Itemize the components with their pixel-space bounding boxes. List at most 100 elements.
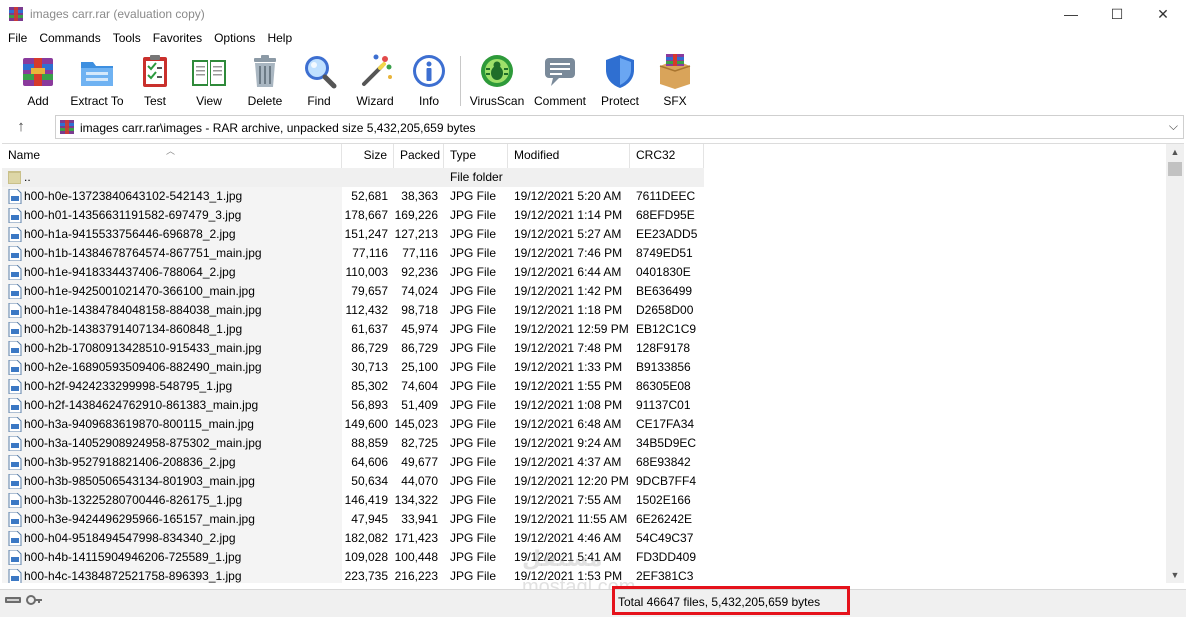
extract-folder-icon [81,62,113,86]
menu-file[interactable]: File [2,28,33,48]
add-label: Add [27,94,49,108]
file-modified: 19/12/2021 1:08 PM [514,398,623,412]
file-packed: 134,322 [394,493,438,507]
file-crc32: D2658D00 [636,303,694,317]
find-button[interactable]: Find [300,52,338,110]
table-row[interactable]: h00-h2e-16890593509406-882490_main.jpg 30… [2,358,1166,377]
view-button[interactable]: View [188,52,230,110]
table-row[interactable]: h00-h2b-14383791407134-860848_1.jpg 61,63… [2,320,1166,339]
menu-options[interactable]: Options [208,28,261,48]
add-button[interactable]: Add [18,52,58,110]
file-modified: 19/12/2021 7:46 PM [514,246,623,260]
file-modified: 19/12/2021 6:44 AM [514,265,622,279]
trash-can-icon [254,55,276,87]
column-packed[interactable]: Packed [394,144,444,168]
virusscan-button[interactable]: VirusScan [470,52,524,110]
sfx-label: SFX [663,94,687,108]
maximize-button[interactable]: ☐ [1094,0,1140,28]
test-clipboard-icon [143,55,167,87]
comment-button[interactable]: Comment [532,52,588,110]
table-row[interactable]: h00-h4c-14384872521758-896393_1.jpg 223,7… [2,567,1166,583]
minimize-button[interactable]: — [1048,0,1094,28]
file-size: 64,606 [351,455,388,469]
sfx-box-icon [659,54,691,89]
file-modified: 19/12/2021 7:55 AM [514,493,622,507]
info-button[interactable]: Info [410,52,448,110]
vertical-scrollbar[interactable]: ▲ ▼ [1166,144,1184,583]
chevron-down-icon[interactable]: ⌵ [1169,119,1178,134]
file-size: 86,729 [351,341,388,355]
file-name: h00-h1a-9415533756446-696878_2.jpg [24,227,236,241]
drive-key-icon [5,595,42,605]
file-size: 112,432 [345,303,389,317]
table-row[interactable]: h00-h1e-9418334437406-788064_2.jpg 110,00… [2,263,1166,282]
table-row[interactable]: h00-h3b-9527918821406-208836_2.jpg 64,606… [2,453,1166,472]
table-row[interactable]: h00-h3a-9409683619870-800115_main.jpg 149… [2,415,1166,434]
menu-tools[interactable]: Tools [107,28,147,48]
column-type[interactable]: Type [444,144,508,168]
scroll-up-icon[interactable]: ▲ [1166,144,1184,161]
scroll-down-icon[interactable]: ▼ [1166,567,1184,583]
table-row[interactable]: h00-h3a-14052908924958-875302_main.jpg 88… [2,434,1166,453]
file-name: h00-h2b-14383791407134-860848_1.jpg [24,322,243,336]
table-row[interactable]: h00-h3b-13225280700446-826175_1.jpg 146,4… [2,491,1166,510]
table-row[interactable]: h00-h2b-17080913428510-915433_main.jpg 86… [2,339,1166,358]
scroll-thumb[interactable] [1168,162,1182,176]
table-row[interactable]: h00-h1e-9425001021470-366100_main.jpg 79,… [2,282,1166,301]
file-modified: 19/12/2021 12:59 PM [514,322,629,336]
file-name: h00-h3b-9850506543134-801903_main.jpg [24,474,255,488]
find-label: Find [307,94,331,108]
table-row[interactable]: h00-h2f-9424233299998-548795_1.jpg 85,302… [2,377,1166,396]
test-label: Test [143,94,166,108]
column-modified[interactable]: Modified [508,144,630,168]
table-row[interactable]: h00-h1e-14384784048158-884038_main.jpg 11… [2,301,1166,320]
column-name[interactable]: Name ︿ [2,144,342,168]
column-crc32[interactable]: CRC32 [630,144,704,168]
magnifier-icon [305,56,337,89]
menu-favorites[interactable]: Favorites [147,28,208,48]
file-type: JPG File [450,360,497,374]
jpg-file-icon [8,436,22,451]
menu-commands[interactable]: Commands [33,28,106,48]
view-label: View [196,94,222,108]
table-row[interactable]: h00-h0e-13723840643102-542143_1.jpg 52,68… [2,187,1166,206]
file-crc32: 91137C01 [636,398,691,412]
sfx-button[interactable]: SFX [654,52,696,110]
address-field[interactable]: images carr.rar\images - RAR archive, un… [55,115,1184,139]
file-name: h00-h3b-9527918821406-208836_2.jpg [24,455,236,469]
jpg-file-icon [8,360,22,375]
parent-folder-row[interactable]: .. File folder [2,168,1166,187]
protect-button[interactable]: Protect [598,52,642,110]
file-type: JPG File [450,189,497,203]
file-modified: 19/12/2021 1:53 PM [514,569,623,583]
table-row[interactable]: h00-h04-9518494547998-834340_2.jpg 182,08… [2,529,1166,548]
up-arrow-icon[interactable]: ↑ [10,117,32,137]
table-row[interactable]: h00-h2f-14384624762910-861383_main.jpg 56… [2,396,1166,415]
file-modified: 19/12/2021 11:55 AM [514,512,628,526]
table-row[interactable]: h00-h01-14356631191582-697479_3.jpg 178,6… [2,206,1166,225]
file-crc32: 1502E166 [636,493,691,507]
wizard-button[interactable]: Wizard [354,52,396,110]
add-archive-icon [23,58,53,86]
table-row[interactable]: h00-h3e-9424496295966-165157_main.jpg 47,… [2,510,1166,529]
menu-help[interactable]: Help [261,28,298,48]
file-packed: 145,023 [394,417,438,431]
file-packed: 38,363 [401,189,438,203]
table-row[interactable]: h00-h1b-14384678764574-867751_main.jpg 77… [2,244,1166,263]
table-row[interactable]: h00-h1a-9415533756446-696878_2.jpg 151,24… [2,225,1166,244]
file-crc32: EB12C1C9 [636,322,697,336]
close-button[interactable]: ✕ [1140,0,1186,28]
file-packed: 92,236 [401,265,438,279]
file-modified: 19/12/2021 1:55 PM [514,379,623,393]
extract-to-button[interactable]: Extract To [70,52,124,110]
delete-button[interactable]: Delete [244,52,286,110]
test-button[interactable]: Test [136,52,174,110]
table-row[interactable]: h00-h3b-9850506543134-801903_main.jpg 50,… [2,472,1166,491]
file-size: 223,735 [344,569,388,583]
column-size[interactable]: Size [342,144,394,168]
title-bar: images carr.rar (evaluation copy) — ☐ ✕ [0,0,1186,28]
file-size: 88,859 [351,436,388,450]
table-row[interactable]: h00-h4b-14115904946206-725589_1.jpg 109,0… [2,548,1166,567]
jpg-file-icon [8,379,22,394]
comment-bubble-icon [545,58,575,86]
